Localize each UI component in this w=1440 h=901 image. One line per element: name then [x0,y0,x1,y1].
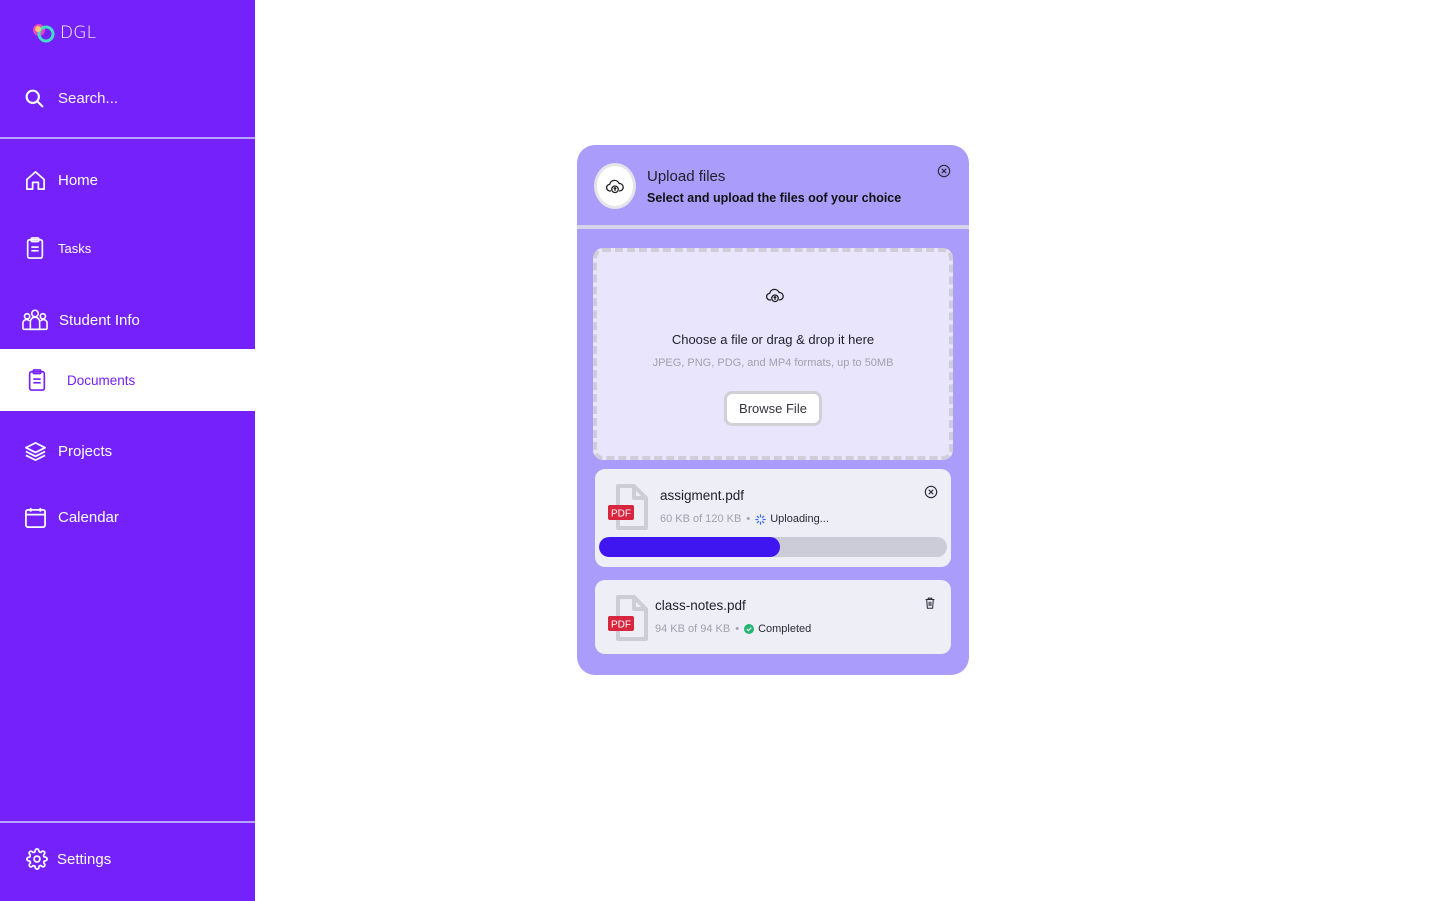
cloud-upload-icon [594,163,636,209]
header-divider [577,225,969,229]
file-meta: 94 KB of 94 KB • Completed [655,623,811,635]
pdf-badge: PDF [611,509,631,520]
file-meta: 60 KB of 120 KB • Uploading... [660,513,829,525]
sidebar-divider [0,137,255,139]
sidebar-item-label: Calendar [58,508,119,526]
sidebar-item-label: Home [58,171,99,189]
sidebar-item-label: Student Info [59,311,140,329]
logo-icon [33,24,55,43]
browse-file-button[interactable]: Browse File [724,391,822,426]
sidebar-item-calendar[interactable]: Calendar [0,503,255,531]
check-circle-icon [744,624,755,634]
sidebar-item-settings[interactable]: Settings [26,848,111,870]
search-input[interactable]: Search... [58,90,118,107]
upload-status: Completed [758,623,812,635]
file-size: 60 KB of 120 KB [660,513,742,525]
upload-title: Upload files [647,168,726,185]
sidebar-item-documents[interactable]: Documents [0,349,255,411]
sidebar-divider [0,821,255,823]
file-size: 94 KB of 94 KB [655,623,731,635]
sidebar-item-label: Documents [67,372,136,388]
cloud-upload-icon [765,288,784,303]
sidebar-item-projects[interactable]: Projects [0,437,255,465]
sidebar-item-label: Tasks [58,240,92,256]
users-icon [22,308,48,332]
trash-icon[interactable] [923,596,937,610]
search-icon [25,89,44,108]
file-item-completed: PDF class-notes.pdf 94 KB of 94 KB • Com… [595,580,951,654]
spinner-icon [755,513,766,525]
logo-text: DGL [60,23,97,43]
pdf-badge: PDF [611,620,631,631]
sidebar-item-label: Projects [58,442,113,460]
file-name: assigment.pdf [660,488,745,503]
upload-status: Uploading... [770,513,829,525]
meta-separator: • [735,623,740,635]
close-icon[interactable] [937,164,951,178]
sidebar-search[interactable]: Search... [24,88,118,109]
app-logo[interactable]: DGL [30,22,96,44]
upload-progress-fill [599,537,780,557]
dropzone-formats: JPEG, PNG, PDG, and MP4 formats, up to 5… [652,357,894,369]
sidebar-item-tasks[interactable]: Tasks [0,234,255,262]
upload-subtitle: Select and upload the files oof your cho… [647,191,902,205]
dropzone-title: Choose a file or drag & drop it here [671,332,875,347]
meta-separator: • [746,513,751,525]
upload-progress-bar [599,537,947,557]
settings-label: Settings [57,850,112,868]
pdf-file-icon: PDF [608,483,650,530]
gear-icon [26,848,48,870]
file-dropzone[interactable]: Choose a file or drag & drop it here JPE… [593,248,953,460]
pdf-file-icon: PDF [608,594,650,641]
calendar-icon [23,505,47,529]
file-item-uploading: PDF assigment.pdf 60 KB of 120 KB • Uplo… [595,469,951,567]
clipboard-icon [23,236,47,260]
upload-header: Upload files Select and upload the files… [577,145,969,225]
cancel-upload-icon[interactable] [924,485,938,499]
layers-icon [23,439,47,463]
sidebar-item-student-info[interactable]: Student Info [0,306,255,334]
clipboard-icon [25,368,49,392]
file-name: class-notes.pdf [655,598,746,613]
home-icon [23,168,47,192]
sidebar: DGL Search... Home Tasks Student Info Do… [0,0,255,901]
upload-dialog: Upload files Select and upload the files… [577,145,969,675]
sidebar-item-home[interactable]: Home [0,166,255,194]
